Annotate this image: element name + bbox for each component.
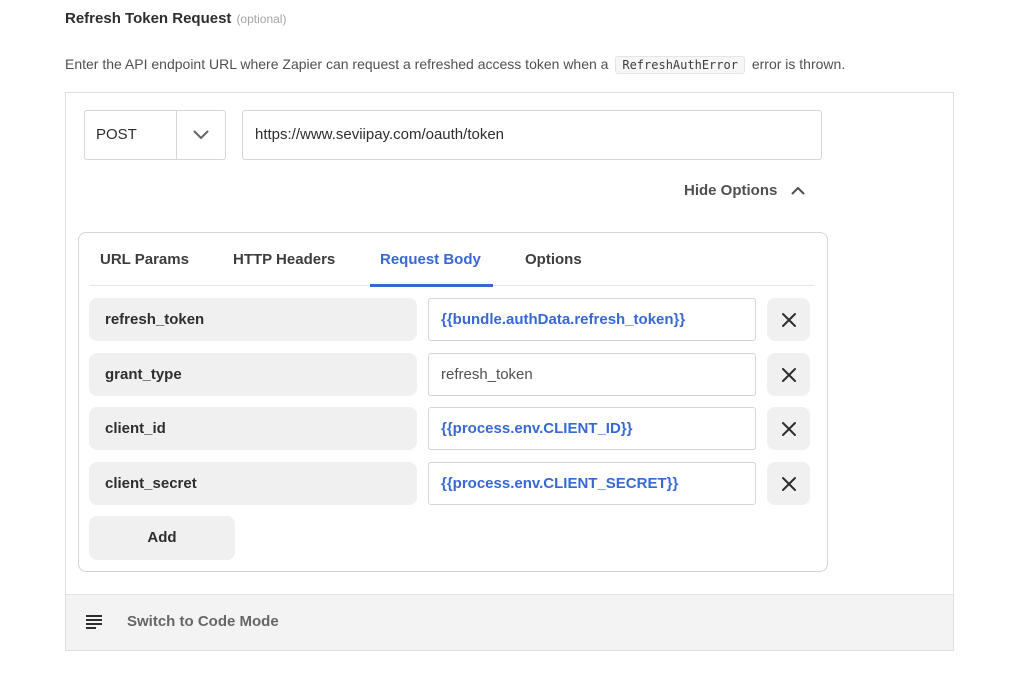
- close-icon: [781, 421, 796, 436]
- section-title: Refresh Token Request (optional): [65, 10, 286, 27]
- remove-field-button[interactable]: [767, 407, 810, 450]
- tab-url-params[interactable]: URL Params: [100, 240, 189, 286]
- field-key[interactable]: refresh_token: [89, 298, 417, 341]
- optional-label: (optional): [236, 12, 287, 26]
- description-before: Enter the API endpoint URL where Zapier …: [65, 56, 609, 72]
- field-key[interactable]: grant_type: [89, 353, 417, 396]
- close-icon: [781, 367, 796, 382]
- remove-field-button[interactable]: [767, 298, 810, 341]
- chevron-down-icon[interactable]: [177, 111, 225, 159]
- method-select[interactable]: POST: [84, 110, 226, 160]
- description-after: error is thrown.: [751, 56, 846, 72]
- tab-options[interactable]: Options: [525, 240, 582, 286]
- error-code: RefreshAuthError: [615, 56, 745, 74]
- field-value[interactable]: {{process.env.CLIENT_ID}}: [428, 407, 756, 450]
- options-tabs: URL Params HTTP Headers Request Body Opt…: [89, 240, 815, 287]
- field-value[interactable]: refresh_token: [428, 353, 756, 396]
- method-value: POST: [85, 111, 177, 159]
- field-value[interactable]: {{bundle.authData.refresh_token}}: [428, 298, 756, 341]
- tab-http-headers[interactable]: HTTP Headers: [233, 240, 335, 286]
- close-icon: [781, 312, 796, 327]
- lines-icon[interactable]: [86, 615, 102, 629]
- add-field-button[interactable]: Add: [89, 516, 235, 560]
- remove-field-button[interactable]: [767, 462, 810, 505]
- remove-field-button[interactable]: [767, 353, 810, 396]
- tab-request-body[interactable]: Request Body: [370, 240, 493, 287]
- section-description: Enter the API endpoint URL where Zapier …: [65, 55, 845, 74]
- close-icon: [781, 476, 796, 491]
- chevron-up-icon: [791, 187, 805, 195]
- section-title-text: Refresh Token Request: [65, 10, 232, 27]
- field-key[interactable]: client_secret: [89, 462, 417, 505]
- field-key[interactable]: client_id: [89, 407, 417, 450]
- field-value[interactable]: {{process.env.CLIENT_SECRET}}: [428, 462, 756, 505]
- hide-options-toggle[interactable]: Hide Options: [684, 182, 805, 199]
- hide-options-label: Hide Options: [684, 182, 778, 199]
- switch-code-mode-link[interactable]: Switch to Code Mode: [127, 612, 279, 632]
- url-input[interactable]: https://www.seviipay.com/oauth/token: [242, 110, 822, 160]
